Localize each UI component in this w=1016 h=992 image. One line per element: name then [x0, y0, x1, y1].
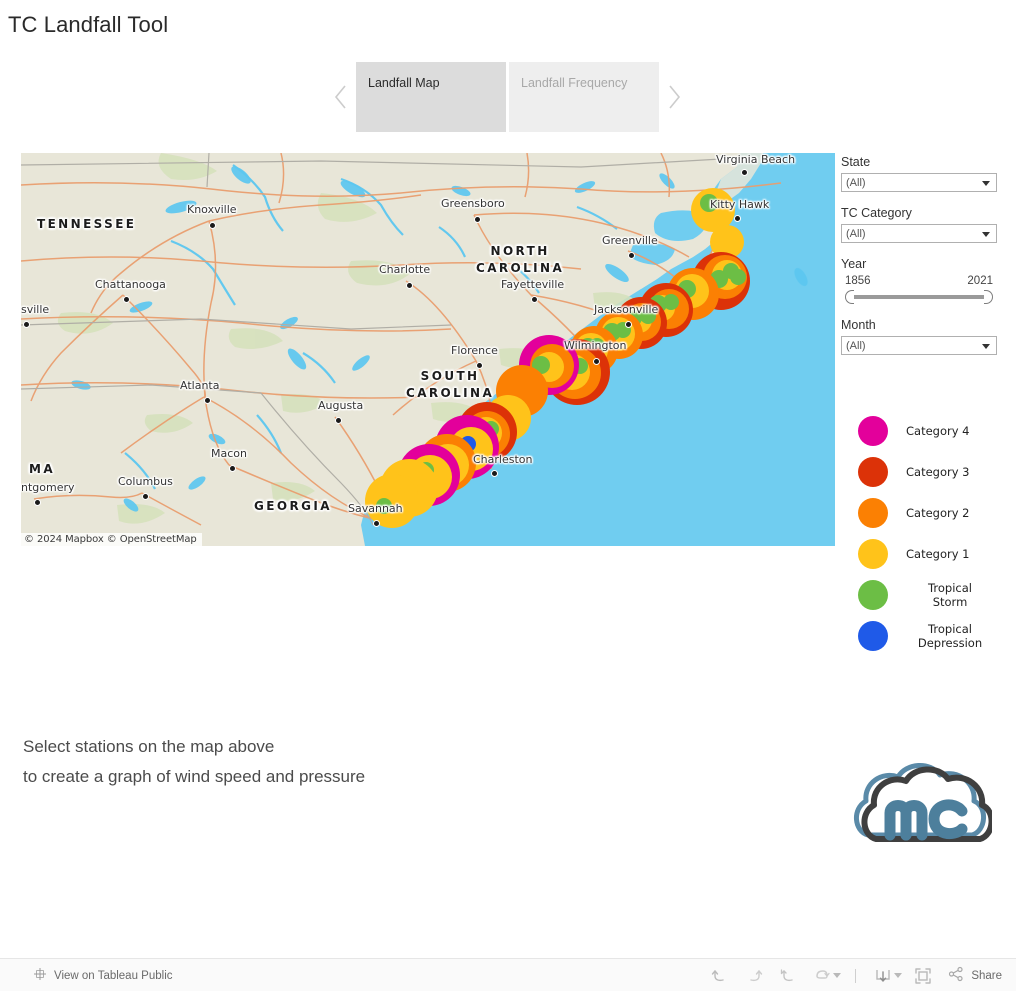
filter-panel: State (All) TC Category (All) Year 1856 …	[841, 155, 1001, 355]
tc-category-filter-label: TC Category	[841, 206, 912, 220]
legend-color-swatch	[858, 538, 888, 569]
chevron-down-icon[interactable]	[894, 973, 903, 978]
state-filter-value: (All)	[846, 176, 866, 189]
city-dot	[406, 282, 413, 289]
tab-landfall-frequency[interactable]: Landfall Frequency	[509, 62, 659, 132]
city-dot	[531, 296, 538, 303]
view-on-tableau-public-button[interactable]: View on Tableau Public	[33, 959, 173, 992]
storm-marker[interactable]	[640, 308, 656, 324]
undo-icon[interactable]	[703, 959, 737, 992]
fullscreen-icon[interactable]	[906, 959, 940, 992]
tab-landfall-map[interactable]: Landfall Map	[356, 62, 506, 132]
legend-row[interactable]: Tropical Storm	[858, 574, 1008, 615]
storm-marker[interactable]	[376, 498, 392, 514]
nc-cloud-logo	[850, 757, 995, 859]
map-attribution[interactable]: © 2024 Mapbox © OpenStreetMap	[21, 533, 202, 546]
storm-marker[interactable]	[663, 294, 679, 310]
tc-category-filter-select[interactable]: (All)	[841, 224, 997, 243]
city-dot	[476, 362, 483, 369]
page-title: TC Landfall Tool	[8, 12, 169, 37]
legend-color-swatch	[858, 497, 888, 528]
storm-marker-layer[interactable]	[21, 153, 835, 546]
view-on-tableau-public-label: View on Tableau Public	[54, 969, 173, 982]
storm-marker[interactable]	[700, 194, 718, 212]
tableau-logo-icon	[33, 967, 47, 984]
month-filter-value: (All)	[846, 339, 866, 352]
year-max-value: 2021	[967, 275, 993, 287]
slider-handle-min[interactable]	[845, 290, 854, 304]
legend-row[interactable]: Category 1	[858, 533, 1008, 574]
legend-label: Tropical Storm	[928, 580, 972, 609]
toolbar-divider	[855, 968, 857, 983]
legend-color-swatch	[858, 456, 888, 487]
redo-icon[interactable]	[737, 959, 771, 992]
city-dot	[23, 321, 30, 328]
city-dot	[229, 465, 236, 472]
legend-label: Category 3	[906, 464, 970, 479]
year-filter-label: Year	[841, 257, 867, 271]
city-dot	[628, 252, 635, 259]
tc-category-filter-value: (All)	[846, 227, 866, 240]
bottom-toolbar: View on Tableau Public Share	[0, 958, 1016, 991]
chevron-right-icon[interactable]	[659, 62, 689, 132]
city-dot	[335, 417, 342, 424]
chevron-down-icon	[982, 231, 990, 237]
tab-strip: Landfall Map Landfall Frequency	[326, 62, 690, 132]
month-filter-select[interactable]: (All)	[841, 336, 997, 355]
share-button[interactable]: Share	[940, 966, 1002, 985]
legend-color-swatch	[858, 415, 888, 446]
month-filter-label: Month	[841, 318, 876, 332]
instruction-text: Select stations on the map above to crea…	[23, 732, 365, 792]
tab-label: Landfall Frequency	[521, 76, 628, 90]
slider-handle-max[interactable]	[984, 290, 993, 304]
city-dot	[123, 296, 130, 303]
landfall-map[interactable]: Knoxville Chattanooga sville Greensboro Char…	[21, 153, 835, 546]
city-dot	[734, 215, 741, 222]
city-dot	[593, 358, 600, 365]
legend-row[interactable]: Category 3	[858, 451, 1008, 492]
legend-label: Category 4	[906, 423, 970, 438]
slider-bar	[851, 295, 987, 299]
legend-label: Category 1	[906, 546, 970, 561]
storm-marker[interactable]	[730, 269, 746, 285]
chevron-down-icon[interactable]	[833, 973, 842, 978]
share-label: Share	[971, 969, 1002, 982]
city-dot	[741, 169, 748, 176]
legend-row[interactable]: Category 2	[858, 492, 1008, 533]
chevron-left-icon[interactable]	[326, 62, 356, 132]
state-filter-select[interactable]: (All)	[841, 173, 997, 192]
city-dot	[474, 216, 481, 223]
city-dot	[204, 397, 211, 404]
city-dot	[625, 321, 632, 328]
legend-row[interactable]: Tropical Depression	[858, 615, 1008, 656]
city-dot	[142, 493, 149, 500]
city-dot	[491, 470, 498, 477]
slider-track[interactable]	[845, 290, 993, 304]
legend-color-swatch	[858, 620, 888, 651]
state-filter-label: State	[841, 155, 871, 169]
category-legend: Category 4 Category 3 Category 2 Category 1…	[858, 410, 1008, 656]
city-dot	[373, 520, 380, 527]
instruction-line-1: Select stations on the map above	[23, 737, 275, 756]
year-range-slider[interactable]: 1856 2021	[841, 275, 997, 304]
legend-label: Category 2	[906, 505, 970, 520]
instruction-line-2: to create a graph of wind speed and pres…	[23, 767, 366, 786]
year-min-value: 1856	[845, 275, 871, 287]
chevron-down-icon	[982, 180, 990, 186]
share-icon	[948, 966, 964, 985]
tab-label: Landfall Map	[368, 76, 440, 90]
legend-label: Tropical Depression	[917, 621, 983, 650]
legend-row[interactable]: Category 4	[858, 410, 1008, 451]
toolbar-actions: Share	[703, 959, 1002, 992]
revert-icon[interactable]	[771, 959, 805, 992]
legend-color-swatch	[858, 579, 888, 610]
city-dot	[34, 499, 41, 506]
city-dot	[209, 222, 216, 229]
chevron-down-icon	[982, 343, 990, 349]
